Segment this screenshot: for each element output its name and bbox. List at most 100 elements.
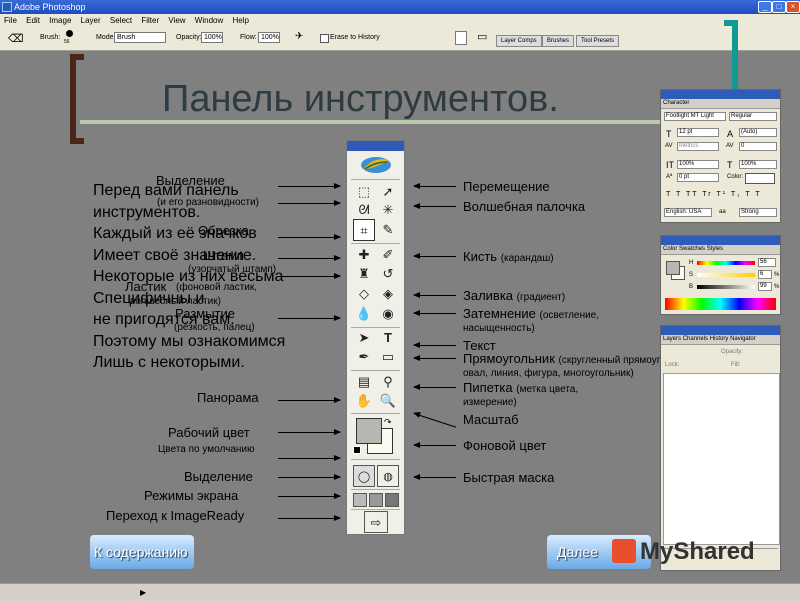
screen-mode-standard-icon[interactable] bbox=[353, 493, 367, 507]
hue-field[interactable]: 56 bbox=[758, 258, 776, 267]
layers-panel-header[interactable] bbox=[661, 326, 780, 335]
minimize-button[interactable]: _ bbox=[758, 1, 772, 13]
tab-swatches[interactable]: Swatches bbox=[679, 246, 705, 252]
character-panel-header[interactable] bbox=[661, 90, 780, 99]
screen-mode-full-icon[interactable] bbox=[385, 493, 399, 507]
menu-layer[interactable]: Layer bbox=[81, 16, 101, 25]
arrow-default-colors bbox=[278, 455, 341, 461]
photoshop-feather-icon[interactable] bbox=[359, 154, 393, 176]
quick-mask-icon[interactable]: ◍ bbox=[377, 465, 399, 487]
color-panel-header[interactable] bbox=[661, 236, 780, 245]
lasso-tool-icon[interactable]: ᘛ bbox=[353, 199, 375, 221]
magic-wand-tool-icon[interactable]: ✳ bbox=[377, 199, 399, 221]
label-eyedropper-sub: (метка цвета, bbox=[516, 384, 579, 395]
arrow-lasso bbox=[278, 200, 341, 206]
menu-file[interactable]: File bbox=[4, 16, 17, 25]
underline-button[interactable]: T bbox=[745, 191, 751, 198]
tab-navigator[interactable]: Navigator bbox=[730, 336, 756, 342]
close-button[interactable]: × bbox=[786, 1, 800, 13]
palette-well-icon[interactable]: ▭ bbox=[477, 30, 487, 43]
font-family-select[interactable]: Footlight MT Light bbox=[664, 112, 726, 121]
default-colors-icon[interactable] bbox=[353, 446, 361, 454]
flow-field[interactable]: 100% bbox=[258, 32, 280, 43]
brightness-slider[interactable] bbox=[697, 285, 755, 289]
hue-slider[interactable] bbox=[697, 261, 755, 265]
menu-select[interactable]: Select bbox=[110, 16, 132, 25]
opacity-field[interactable]: 100% bbox=[201, 32, 223, 43]
baseline-field[interactable]: 0 pt bbox=[677, 173, 719, 182]
vertical-scale-field[interactable]: 100% bbox=[677, 160, 719, 169]
mode-select[interactable]: Brush bbox=[114, 32, 166, 43]
menu-window[interactable]: Window bbox=[195, 16, 223, 25]
rectangle-tool-icon[interactable]: ▭ bbox=[377, 346, 399, 368]
jump-to-imageready-icon[interactable]: ⇨ bbox=[364, 511, 388, 533]
text-color-swatch[interactable] bbox=[745, 173, 775, 184]
label-stamp: Штамп bbox=[203, 248, 244, 263]
history-brush-tool-icon[interactable]: ↺ bbox=[377, 263, 399, 285]
dodge-tool-icon[interactable]: ◉ bbox=[377, 303, 399, 325]
tab-color[interactable]: Color bbox=[663, 246, 677, 252]
color-fg-swatch[interactable] bbox=[666, 261, 680, 275]
eraser-icon[interactable]: ⌫ bbox=[8, 32, 24, 45]
tracking-field[interactable]: 0 bbox=[739, 142, 777, 151]
arrow-bg-color bbox=[413, 442, 456, 448]
tab-brushes[interactable]: Brushes bbox=[542, 35, 575, 47]
font-size-field[interactable]: 12 pt bbox=[677, 128, 719, 137]
brush-preview-icon[interactable] bbox=[66, 30, 73, 37]
contents-button[interactable]: К содержанию bbox=[90, 535, 194, 569]
blur-tool-icon[interactable]: 💧 bbox=[353, 303, 375, 325]
language-select[interactable]: English: USA bbox=[664, 208, 712, 217]
arrow-zoom bbox=[413, 413, 457, 428]
color-spectrum-bar[interactable] bbox=[665, 298, 776, 310]
layers-panel-tabs: Layers Channels History Navigator bbox=[661, 335, 780, 345]
style-buttons[interactable]: T T TT Tr T¹ T₁ T T bbox=[666, 191, 762, 198]
slice-tool-icon[interactable]: ✎ bbox=[377, 219, 399, 241]
brightness-field[interactable]: 99 bbox=[758, 282, 772, 291]
paint-bucket-tool-icon[interactable]: ◈ bbox=[377, 283, 399, 305]
swap-colors-icon[interactable]: ↷ bbox=[384, 417, 392, 428]
airbrush-icon[interactable]: ✈ bbox=[295, 31, 303, 42]
strikethrough-button[interactable]: T bbox=[755, 191, 761, 198]
menu-help[interactable]: Help bbox=[232, 16, 248, 25]
erase-to-history-checkbox[interactable] bbox=[320, 34, 329, 43]
tab-layer-comps[interactable]: Layer Comps bbox=[496, 35, 542, 47]
saturation-field[interactable]: 6 bbox=[758, 270, 772, 279]
document-icon[interactable] bbox=[455, 31, 467, 45]
menu-filter[interactable]: Filter bbox=[141, 16, 159, 25]
all-caps-button[interactable]: TT bbox=[686, 191, 698, 198]
foreground-color-swatch[interactable] bbox=[356, 418, 382, 444]
font-style-select[interactable]: Regular bbox=[729, 112, 777, 121]
stamp-tool-icon[interactable]: ♜ bbox=[353, 263, 375, 285]
menu-view[interactable]: View bbox=[168, 16, 185, 25]
eraser-tool-icon[interactable]: ◇ bbox=[353, 283, 375, 305]
saturation-slider[interactable] bbox=[697, 273, 755, 277]
kerning-field[interactable]: Metrics bbox=[677, 142, 719, 151]
superscript-button[interactable]: T¹ bbox=[716, 191, 727, 198]
crop-tool-icon[interactable]: ⌗ bbox=[353, 219, 375, 241]
small-caps-button[interactable]: Tr bbox=[702, 191, 712, 198]
toolbox-header[interactable] bbox=[347, 141, 404, 151]
menu-image[interactable]: Image bbox=[49, 16, 71, 25]
screen-mode-full-menu-icon[interactable] bbox=[369, 493, 383, 507]
tab-history[interactable]: History bbox=[710, 336, 729, 342]
menu-edit[interactable]: Edit bbox=[26, 16, 40, 25]
subscript-button[interactable]: T₁ bbox=[731, 191, 742, 198]
zoom-tool-icon[interactable]: 🔍 bbox=[377, 390, 399, 412]
layers-list[interactable] bbox=[663, 373, 780, 545]
faux-italic-button[interactable]: T bbox=[676, 191, 682, 198]
status-arrow-icon[interactable]: ▶ bbox=[140, 588, 146, 597]
maximize-button[interactable]: □ bbox=[772, 1, 786, 13]
arrow-dodge bbox=[413, 310, 456, 316]
tab-tool-presets[interactable]: Tool Presets bbox=[576, 35, 620, 47]
character-tab[interactable]: Character bbox=[661, 99, 780, 109]
tab-layers[interactable]: Layers bbox=[663, 336, 681, 342]
anti-alias-select[interactable]: Strong bbox=[739, 208, 777, 217]
leading-field[interactable]: (Auto) bbox=[739, 128, 777, 137]
pen-tool-icon[interactable]: ✒ bbox=[353, 346, 375, 368]
hand-tool-icon[interactable]: ✋ bbox=[353, 390, 375, 412]
tab-styles[interactable]: Styles bbox=[707, 246, 723, 252]
tab-channels[interactable]: Channels bbox=[683, 336, 708, 342]
faux-bold-button[interactable]: T bbox=[666, 191, 672, 198]
standard-mode-icon[interactable]: ◯ bbox=[353, 465, 375, 487]
horizontal-scale-field[interactable]: 100% bbox=[739, 160, 777, 169]
